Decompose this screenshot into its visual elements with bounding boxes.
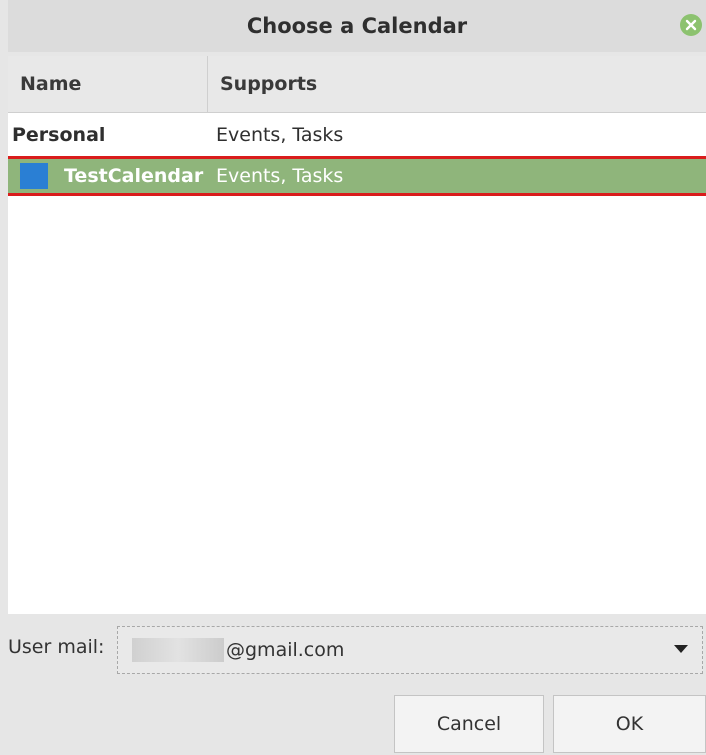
list-header: Name Supports <box>8 56 706 113</box>
calendar-list: Name Supports Personal Events, Tasks Tes… <box>8 56 706 614</box>
calendar-name: Personal <box>12 124 106 146</box>
close-icon <box>685 19 697 31</box>
dropdown-arrow-icon[interactable] <box>674 645 688 653</box>
column-header-name[interactable]: Name <box>8 56 208 112</box>
calendar-row-personal[interactable]: Personal Events, Tasks <box>8 116 706 154</box>
column-header-supports[interactable]: Supports <box>208 56 706 112</box>
choose-calendar-dialog: Choose a Calendar Name Supports Personal… <box>0 0 706 755</box>
title-bar: Choose a Calendar <box>8 0 706 52</box>
calendar-supports: Events, Tasks <box>216 165 344 187</box>
calendar-name-cell: TestCalendar <box>8 163 208 189</box>
calendar-name: TestCalendar <box>64 165 204 187</box>
redacted-email-user <box>132 638 224 662</box>
calendar-color-swatch <box>20 163 48 189</box>
user-mail-label: User mail: <box>8 636 105 658</box>
user-mail-select[interactable]: @gmail.com <box>117 626 703 674</box>
cancel-button[interactable]: Cancel <box>394 695 544 753</box>
calendar-supports: Events, Tasks <box>216 124 344 146</box>
user-mail-value: @gmail.com <box>226 639 345 661</box>
dialog-title: Choose a Calendar <box>246 14 468 38</box>
ok-button[interactable]: OK <box>553 695 706 753</box>
calendar-row-testcalendar[interactable]: TestCalendar Events, Tasks <box>8 156 706 196</box>
close-button[interactable] <box>680 14 702 36</box>
